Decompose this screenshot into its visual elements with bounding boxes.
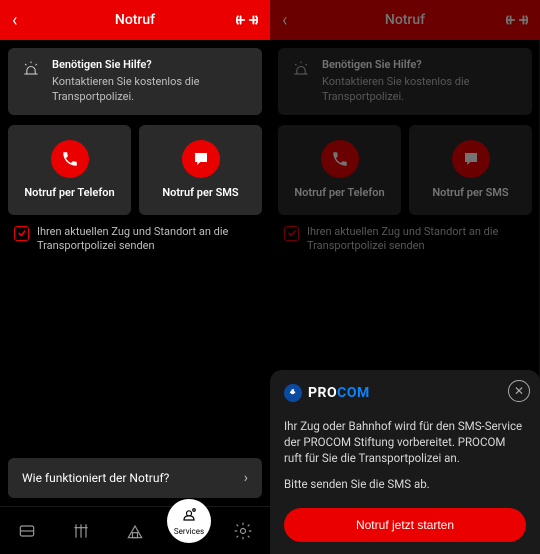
tab-timetable[interactable] [59,509,103,553]
sms-icon [452,140,490,178]
sms-emergency-button[interactable]: Notruf per SMS [409,125,532,215]
sbb-logo [236,13,258,27]
phone-icon [51,140,89,178]
sheet-body: Ihr Zug oder Bahnhof wird für den SMS-Se… [284,418,526,492]
emergency-button-row: Notruf per Telefon Notruf per SMS [0,125,270,215]
close-button[interactable]: ✕ [508,380,530,402]
phone-icon [321,140,359,178]
start-emergency-button[interactable]: Notruf jetzt starten [284,508,526,542]
spacer [0,253,270,458]
share-location-row[interactable]: Ihren aktuellen Zug und Standort an die … [270,215,540,254]
tab-services[interactable]: Services [167,499,211,543]
sms-emergency-label: Notruf per SMS [432,186,508,199]
page-title: Notruf [270,12,540,28]
sms-icon [182,140,220,178]
siren-icon [20,58,42,80]
help-banner-question: Benötigen Sie Hilfe? [322,58,520,73]
siren-icon [290,58,312,80]
sms-emergency-button[interactable]: Notruf per SMS [139,125,262,215]
sms-emergency-label: Notruf per SMS [162,186,238,199]
share-location-row[interactable]: Ihren aktuellen Zug und Standort an die … [0,215,270,254]
call-emergency-button[interactable]: Notruf per Telefon [278,125,401,215]
help-banner-subtitle: Kontaktieren Sie kostenlos die Transport… [52,75,250,105]
tab-tickets[interactable] [5,509,49,553]
procom-brand: PROCOM [284,384,526,402]
help-banner: Benötigen Sie Hilfe? Kontaktieren Sie ko… [278,48,532,115]
share-location-checkbox[interactable] [284,226,299,241]
procom-badge-icon [284,384,302,402]
app-header: ‹ Notruf [0,0,270,40]
tab-bar: Services [0,506,270,554]
screen-right-emergency-sheet: ‹ Notruf Benötigen Sie Hilfe? Kontaktier… [270,0,540,554]
sbb-logo [506,13,528,27]
emergency-button-row: Notruf per Telefon Notruf per SMS [270,125,540,215]
share-location-label: Ihren aktuellen Zug und Standort an die … [37,225,256,254]
help-banner-text: Benötigen Sie Hilfe? Kontaktieren Sie ko… [322,58,520,105]
tab-settings[interactable] [221,509,265,553]
procom-brand-text: PROCOM [308,385,370,401]
tab-services-label: Services [174,527,204,536]
call-emergency-label: Notruf per Telefon [24,186,114,199]
share-location-label: Ihren aktuellen Zug und Standort an die … [307,225,526,254]
help-banner-subtitle: Kontaktieren Sie kostenlos die Transport… [322,75,520,105]
share-location-checkbox[interactable] [14,226,29,241]
tab-station[interactable] [113,509,157,553]
call-emergency-label: Notruf per Telefon [294,186,384,199]
chevron-right-icon: › [244,470,248,486]
help-banner-question: Benötigen Sie Hilfe? [52,58,250,73]
sheet-text-2: Bitte senden Sie die SMS ab. [284,476,526,492]
app-header: ‹ Notruf [270,0,540,40]
faq-label: Wie funktioniert der Notruf? [22,471,169,485]
help-banner-text: Benötigen Sie Hilfe? Kontaktieren Sie ko… [52,58,250,105]
procom-sheet: ✕ PROCOM Ihr Zug oder Bahnhof wird für d… [270,370,540,554]
help-banner: Benötigen Sie Hilfe? Kontaktieren Sie ko… [8,48,262,115]
faq-button[interactable]: Wie funktioniert der Notruf? › [8,458,262,498]
call-emergency-button[interactable]: Notruf per Telefon [8,125,131,215]
sheet-text-1: Ihr Zug oder Bahnhof wird für den SMS-Se… [284,418,526,466]
page-title: Notruf [0,12,270,28]
screen-left-emergency: ‹ Notruf Benötigen Sie Hilfe? Kontaktier… [0,0,270,554]
